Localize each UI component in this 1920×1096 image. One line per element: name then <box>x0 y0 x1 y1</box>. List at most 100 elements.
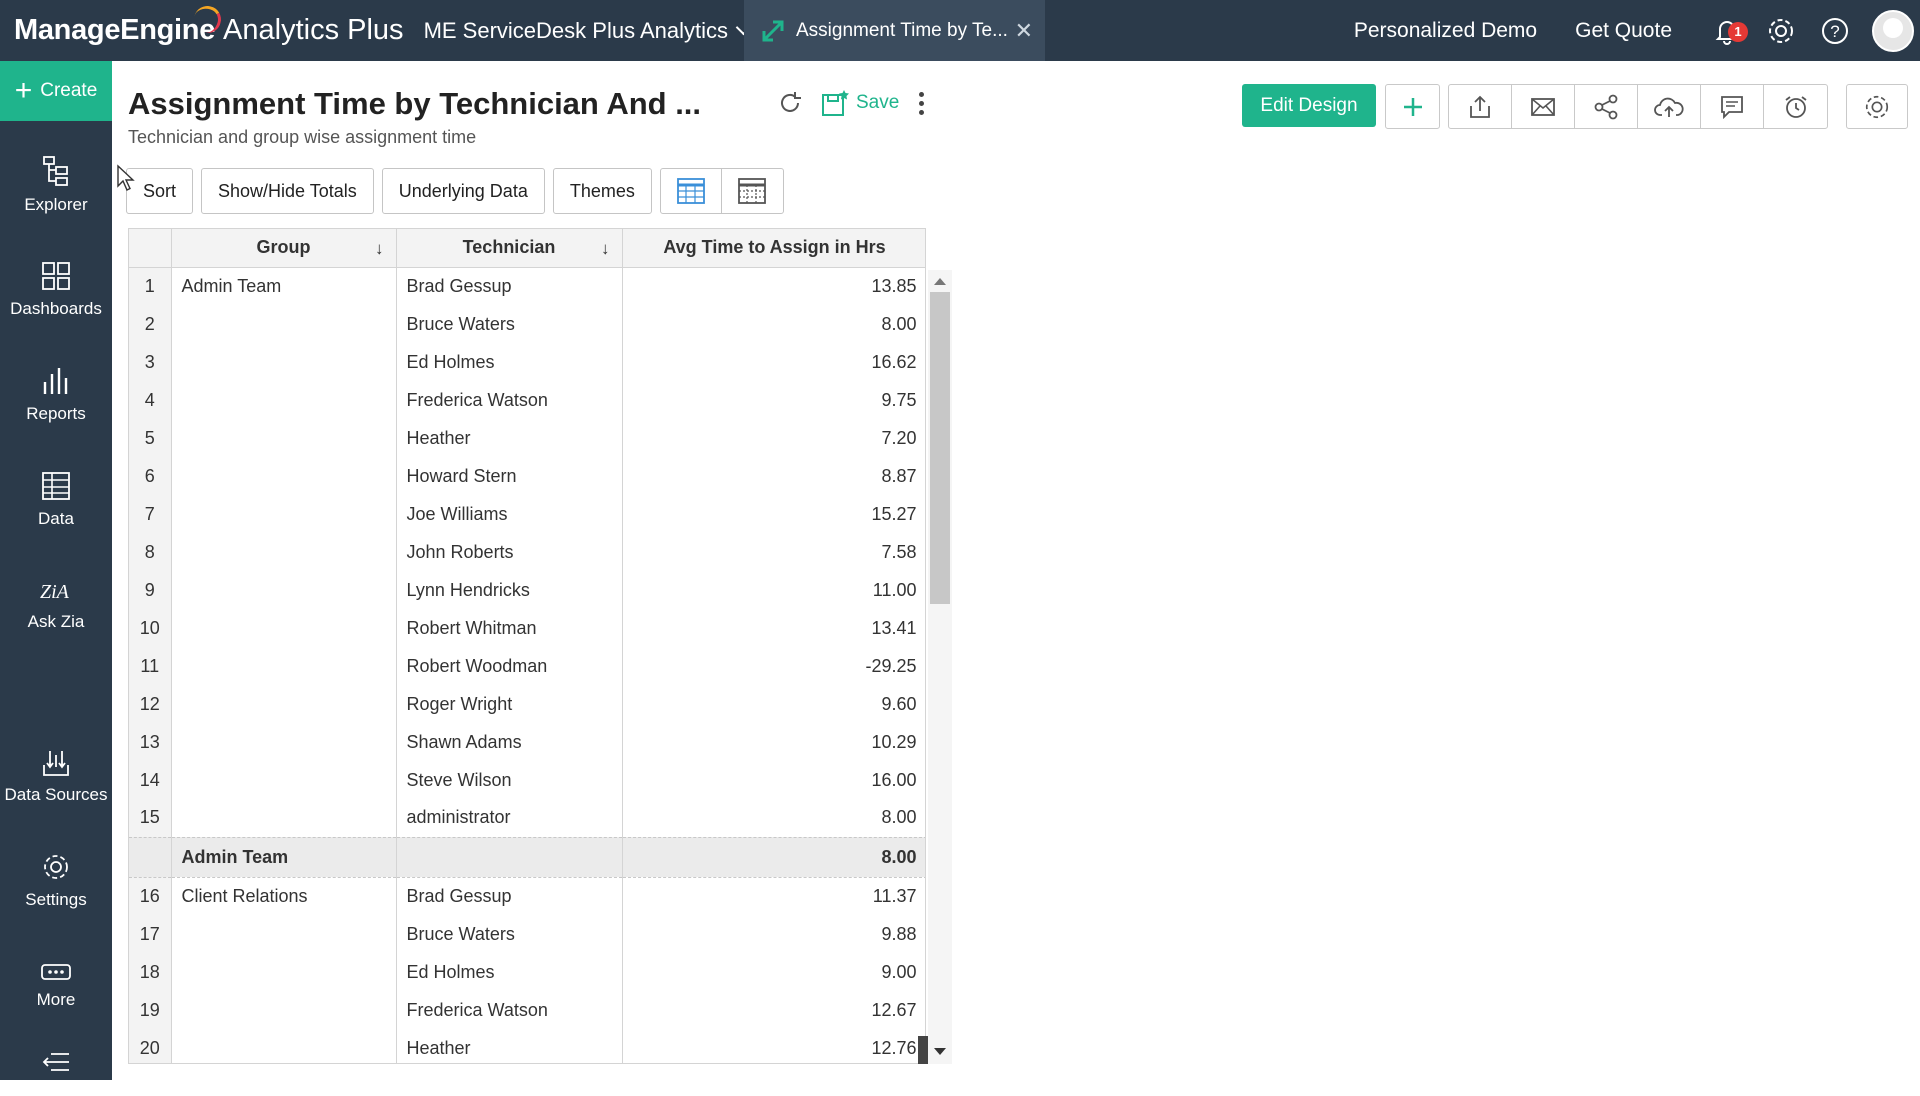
table-view-icon <box>676 178 705 204</box>
share-button[interactable] <box>1575 85 1638 128</box>
add-button[interactable] <box>1386 85 1439 128</box>
table-row[interactable]: 1 Admin Team Brad Gessup 13.85 <box>129 267 925 305</box>
sidebar-item-explorer[interactable]: Explorer <box>0 140 112 230</box>
table-row[interactable]: 7 Joe Williams 15.27 <box>129 495 925 533</box>
sidebar-item-more[interactable]: More <box>0 941 112 1031</box>
sidebar-item-label: Reports <box>26 404 86 423</box>
more-options-icon[interactable] <box>919 91 925 115</box>
scroll-up-icon[interactable] <box>934 278 946 285</box>
cell-technician: Brad Gessup <box>396 877 623 915</box>
table-row[interactable]: 18 Ed Holmes 9.00 <box>129 953 925 991</box>
cell-technician: Shawn Adams <box>396 723 623 761</box>
scrollbar-thumb[interactable] <box>930 292 950 604</box>
table-row[interactable]: 12 Roger Wright 9.60 <box>129 685 925 723</box>
cell-technician: Frederica Watson <box>396 991 623 1029</box>
sidebar-item-data[interactable]: Data <box>0 455 112 545</box>
data-sources-icon <box>43 751 69 776</box>
table-view-button[interactable] <box>661 169 722 213</box>
cell-group: Client Relations <box>171 877 397 915</box>
sort-button[interactable]: Sort <box>126 168 194 214</box>
comments-button[interactable] <box>1701 85 1764 128</box>
table-row[interactable]: 10 Robert Whitman 13.41 <box>129 609 925 647</box>
sidebar-item-settings[interactable]: Settings <box>0 836 112 926</box>
help-icon[interactable]: ? <box>1818 14 1852 48</box>
schedule-button[interactable] <box>1764 85 1827 128</box>
table-row[interactable]: 16 Client Relations Brad Gessup 11.37 <box>129 877 925 915</box>
cell-avg-time: 13.41 <box>622 609 925 647</box>
cell-group <box>171 799 397 837</box>
table-row[interactable]: 19 Frederica Watson 12.67 <box>129 991 925 1029</box>
cell-avg-time: 7.20 <box>622 419 925 457</box>
cell-group <box>171 991 397 1029</box>
sidebar-item-reports[interactable]: Reports <box>0 350 112 440</box>
table-row[interactable]: 15 administrator 8.00 <box>129 799 925 837</box>
column-header-avg-time[interactable]: Avg Time to Assign in Hrs <box>622 229 925 268</box>
publish-button[interactable] <box>1638 85 1701 128</box>
alarm-clock-icon <box>1784 95 1807 118</box>
table-row[interactable]: 8 John Roberts 7.58 <box>129 533 925 571</box>
cell-avg-time: 8.00 <box>622 799 925 837</box>
cell-group <box>171 495 397 533</box>
themes-button[interactable]: Themes <box>552 168 652 214</box>
cell-technician: Robert Whitman <box>396 609 623 647</box>
row-number: 4 <box>129 381 172 419</box>
export-button[interactable] <box>1449 85 1512 128</box>
column-resize-handle[interactable] <box>918 1036 928 1064</box>
table-header-row: Group Technician Avg Time to Assign in H… <box>129 229 925 268</box>
table-row[interactable]: 17 Bruce Waters 9.88 <box>129 915 925 953</box>
table-row[interactable]: 13 Shawn Adams 10.29 <box>129 723 925 761</box>
table-row[interactable]: 3 Ed Holmes 16.62 <box>129 343 925 381</box>
save-button[interactable]: Save <box>856 92 899 114</box>
table-row[interactable]: 9 Lynn Hendricks 11.00 <box>129 571 925 609</box>
scroll-down-icon[interactable] <box>934 1048 946 1055</box>
underlying-data-button[interactable]: Underlying Data <box>381 168 545 214</box>
table-row[interactable]: 6 Howard Stern 8.87 <box>129 457 925 495</box>
brand-name: ManageEngine <box>14 14 216 46</box>
cell-avg-time: 12.67 <box>622 991 925 1029</box>
tab-assignment-time[interactable]: Assignment Time by Te... ✕ <box>744 0 1045 61</box>
report-settings-button[interactable] <box>1847 85 1907 128</box>
table-row[interactable]: 5 Heather 7.20 <box>129 419 925 457</box>
email-button[interactable] <box>1512 85 1575 128</box>
share-icon <box>1594 94 1618 119</box>
pivot-view-button[interactable] <box>722 169 783 213</box>
table-row[interactable]: 11 Robert Woodman -29.25 <box>129 647 925 685</box>
get-quote-link[interactable]: Get Quote <box>1575 19 1672 43</box>
brand-logo[interactable]: ManageEngine Analytics Plus <box>0 14 404 47</box>
gear-icon[interactable] <box>1764 14 1798 48</box>
column-header-group[interactable]: Group <box>171 229 397 268</box>
cell-technician: Roger Wright <box>396 685 623 723</box>
sidebar-item-dashboards[interactable]: Dashboards <box>0 245 112 335</box>
row-number-header <box>129 229 172 268</box>
show-hide-totals-button[interactable]: Show/Hide Totals <box>201 168 374 214</box>
column-header-technician[interactable]: Technician <box>396 229 623 268</box>
cell-group <box>171 343 397 381</box>
refresh-icon[interactable] <box>776 89 804 117</box>
plus-icon: + <box>14 74 33 107</box>
subtotal-value: 8.00 <box>622 836 925 878</box>
table-row[interactable]: 4 Frederica Watson 9.75 <box>129 381 925 419</box>
save-icon[interactable] <box>820 88 850 118</box>
settings-icon <box>44 855 68 879</box>
table-row[interactable]: 2 Bruce Waters 8.00 <box>129 305 925 343</box>
sidebar-item-ask-zia[interactable]: ZiA Ask Zia <box>0 560 112 650</box>
cell-avg-time: 10.29 <box>622 723 925 761</box>
personalized-demo-link[interactable]: Personalized Demo <box>1354 19 1537 43</box>
edit-design-button[interactable]: Edit Design <box>1242 84 1376 127</box>
explorer-icon <box>43 156 68 186</box>
table-row[interactable]: 14 Steve Wilson 16.00 <box>129 761 925 799</box>
cell-group: Admin Team <box>171 267 397 305</box>
notification-bell-icon[interactable]: 1 <box>1710 14 1748 48</box>
subtotal-technician <box>396 836 623 878</box>
create-button[interactable]: + Create <box>0 61 112 121</box>
sidebar-item-data-sources[interactable]: Data Sources <box>0 731 112 821</box>
collapse-sidebar-button[interactable] <box>0 1036 112 1096</box>
table-row[interactable]: 20 Heather 12.76 <box>129 1029 925 1063</box>
cell-avg-time: 16.00 <box>622 761 925 799</box>
close-icon[interactable]: ✕ <box>1015 18 1033 44</box>
avatar[interactable] <box>1872 9 1914 52</box>
cell-avg-time: 11.37 <box>622 877 925 915</box>
plus-icon <box>1403 97 1422 116</box>
brand-product: Analytics Plus <box>223 14 404 46</box>
workspace-selector[interactable]: ME ServiceDesk Plus Analytics <box>424 18 752 44</box>
